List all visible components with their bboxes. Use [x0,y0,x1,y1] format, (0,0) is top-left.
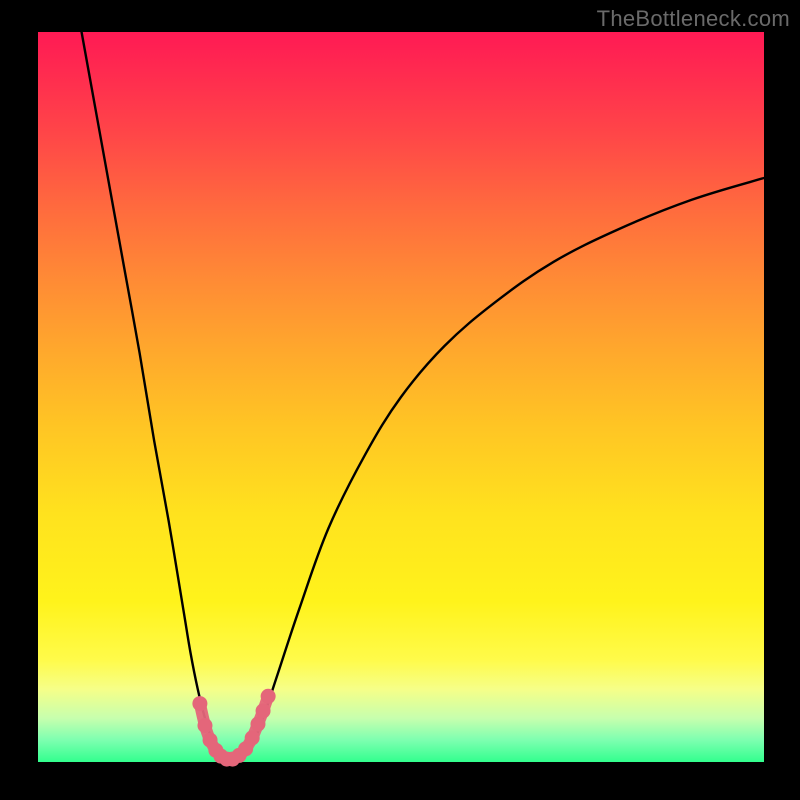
valley-marker-dot [261,689,276,704]
valley-marker-dot [245,730,260,745]
valley-marker-dot [256,703,271,718]
watermark-text: TheBottleneck.com [597,6,790,32]
valley-marker-dot [192,696,207,711]
valley-marker-dot [197,718,212,733]
valley-marker-dot [250,717,265,732]
curve-layer [38,32,764,762]
bottleneck-curve-left-branch [82,32,234,760]
chart-frame: TheBottleneck.com [0,0,800,800]
plot-area [38,32,764,762]
bottleneck-curve-right-branch [234,178,764,760]
